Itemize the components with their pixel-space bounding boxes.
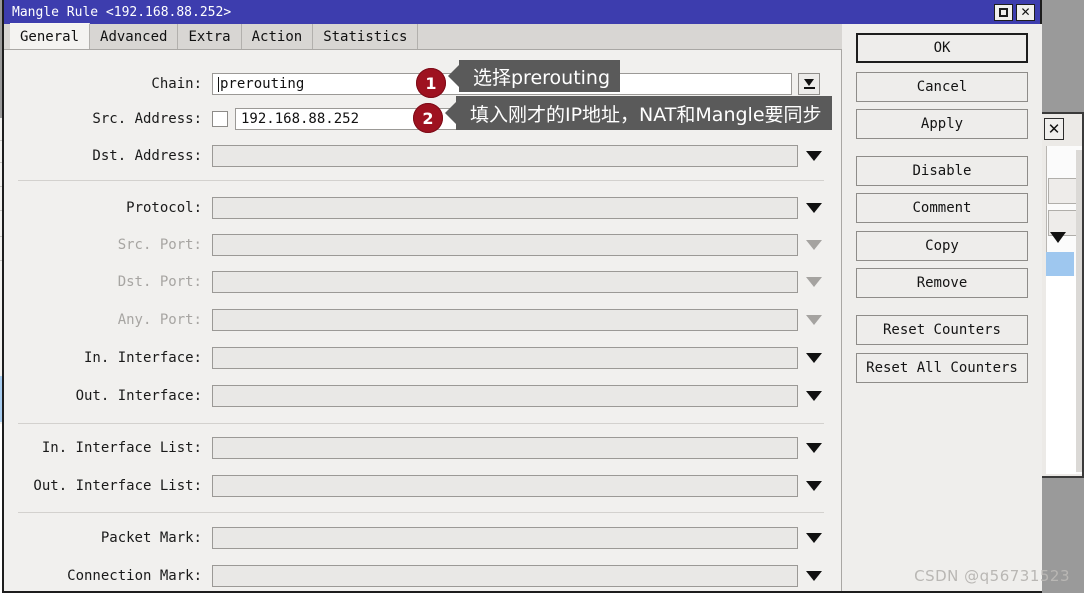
- window-controls: ✕: [994, 3, 1040, 21]
- field-row-in-interface: In. Interface:: [4, 345, 842, 371]
- in-interface-list-dropdown-icon[interactable]: [806, 443, 822, 453]
- dst-address-input[interactable]: [212, 145, 798, 167]
- protocol-dropdown-icon[interactable]: [806, 203, 822, 213]
- apply-button[interactable]: Apply: [856, 109, 1028, 139]
- dst-port-dropdown-icon: [806, 277, 822, 287]
- field-row-in-interface-list: In. Interface List:: [4, 435, 842, 461]
- tab-advanced[interactable]: Advanced: [90, 24, 179, 49]
- label-protocol: Protocol:: [126, 200, 202, 216]
- in-interface-dropdown-icon[interactable]: [806, 353, 822, 363]
- reset-counters-button[interactable]: Reset Counters: [856, 315, 1028, 345]
- label-dst-address: Dst. Address:: [92, 148, 202, 164]
- any-port-input: [212, 309, 798, 331]
- annotation-badge-1: 1: [416, 68, 446, 98]
- window-title: Mangle Rule <192.168.88.252>: [12, 4, 232, 20]
- label-in-interface-list: In. Interface List:: [41, 440, 202, 456]
- button-panel: OK Cancel Apply Disable Comment Copy Rem…: [843, 24, 1042, 591]
- annotation-tooltip-2: 填入刚才的IP地址，NAT和Mangle要同步: [445, 96, 832, 130]
- label-out-interface-list: Out. Interface List:: [33, 478, 202, 494]
- field-row-any-port: Any. Port:: [4, 307, 842, 333]
- annotation-badge-2: 2: [413, 103, 443, 133]
- section-divider-3: [18, 512, 824, 513]
- out-interface-list-dropdown-icon[interactable]: [806, 481, 822, 491]
- annotation-text-1: 选择prerouting: [473, 66, 611, 89]
- close-icon[interactable]: ✕: [1016, 3, 1035, 21]
- tab-action[interactable]: Action: [241, 24, 314, 49]
- packet-mark-input[interactable]: [212, 527, 798, 549]
- screen: F ✕ Mangle Rule <192.168.88.252> ✕ Gener…: [0, 0, 1084, 593]
- text-caret: [218, 76, 219, 92]
- field-row-packet-mark: Packet Mark:: [4, 525, 842, 551]
- tab-extra[interactable]: Extra: [178, 24, 242, 49]
- reset-all-counters-button[interactable]: Reset All Counters: [856, 353, 1028, 383]
- background-right-dropdown-icon[interactable]: [1050, 232, 1066, 243]
- protocol-input[interactable]: [212, 197, 798, 219]
- label-src-port: Src. Port:: [117, 237, 202, 253]
- connection-mark-input[interactable]: [212, 565, 798, 587]
- remove-button[interactable]: Remove: [856, 268, 1028, 298]
- tab-statistics[interactable]: Statistics: [313, 24, 419, 49]
- label-src-address: Src. Address:: [92, 111, 202, 127]
- disable-button[interactable]: Disable: [856, 156, 1028, 186]
- annotation-tooltip-1: 选择prerouting: [448, 60, 621, 92]
- field-row-dst-address: Dst. Address:: [4, 143, 842, 169]
- any-port-dropdown-icon: [806, 315, 822, 325]
- src-address-negate-checkbox[interactable]: [212, 111, 228, 127]
- annotation-text-2: 填入刚才的IP地址，NAT和Mangle要同步: [470, 103, 822, 126]
- field-row-src-port: Src. Port:: [4, 232, 842, 258]
- copy-button[interactable]: Copy: [856, 231, 1028, 261]
- packet-mark-dropdown-icon[interactable]: [806, 533, 822, 543]
- field-row-out-interface: Out. Interface:: [4, 383, 842, 409]
- label-out-interface: Out. Interface:: [75, 388, 202, 404]
- label-dst-port: Dst. Port:: [117, 274, 202, 290]
- titlebar: Mangle Rule <192.168.88.252> ✕: [4, 0, 1040, 24]
- label-chain: Chain:: [151, 76, 202, 92]
- tab-bar: General Advanced Extra Action Statistics: [4, 23, 842, 50]
- background-right-scrollbar[interactable]: [1076, 150, 1082, 472]
- out-interface-input[interactable]: [212, 385, 798, 407]
- in-interface-list-input[interactable]: [212, 437, 798, 459]
- connection-mark-dropdown-icon[interactable]: [806, 571, 822, 581]
- background-right-selected-row: [1046, 252, 1074, 276]
- label-in-interface: In. Interface:: [83, 350, 202, 366]
- label-connection-mark: Connection Mark:: [67, 568, 202, 584]
- maximize-icon[interactable]: [994, 3, 1013, 21]
- field-row-out-interface-list: Out. Interface List:: [4, 473, 842, 499]
- src-port-dropdown-icon: [806, 240, 822, 250]
- out-interface-list-input[interactable]: [212, 475, 798, 497]
- section-divider-2: [18, 423, 824, 424]
- chain-value: prerouting: [220, 76, 305, 92]
- background-right-field-1[interactable]: [1048, 178, 1078, 204]
- dst-port-input: [212, 271, 798, 293]
- cancel-button[interactable]: Cancel: [856, 72, 1028, 102]
- dst-address-dropdown-icon[interactable]: [806, 151, 822, 161]
- ok-button[interactable]: OK: [856, 33, 1028, 63]
- section-divider-1: [18, 180, 824, 181]
- label-packet-mark: Packet Mark:: [100, 530, 202, 546]
- src-port-input: [212, 234, 798, 256]
- field-row-connection-mark: Connection Mark:: [4, 563, 842, 589]
- out-interface-dropdown-icon[interactable]: [806, 391, 822, 401]
- field-row-protocol: Protocol:: [4, 195, 842, 221]
- watermark: CSDN @q56731523: [914, 567, 1070, 585]
- field-row-dst-port: Dst. Port:: [4, 269, 842, 295]
- background-right-empty-area: [1046, 276, 1076, 474]
- in-interface-input[interactable]: [212, 347, 798, 369]
- tab-general[interactable]: General: [10, 23, 91, 49]
- label-any-port: Any. Port:: [117, 312, 202, 328]
- comment-button[interactable]: Comment: [856, 193, 1028, 223]
- background-right-close-icon[interactable]: ✕: [1044, 118, 1064, 140]
- chain-dropdown-icon[interactable]: [798, 73, 820, 95]
